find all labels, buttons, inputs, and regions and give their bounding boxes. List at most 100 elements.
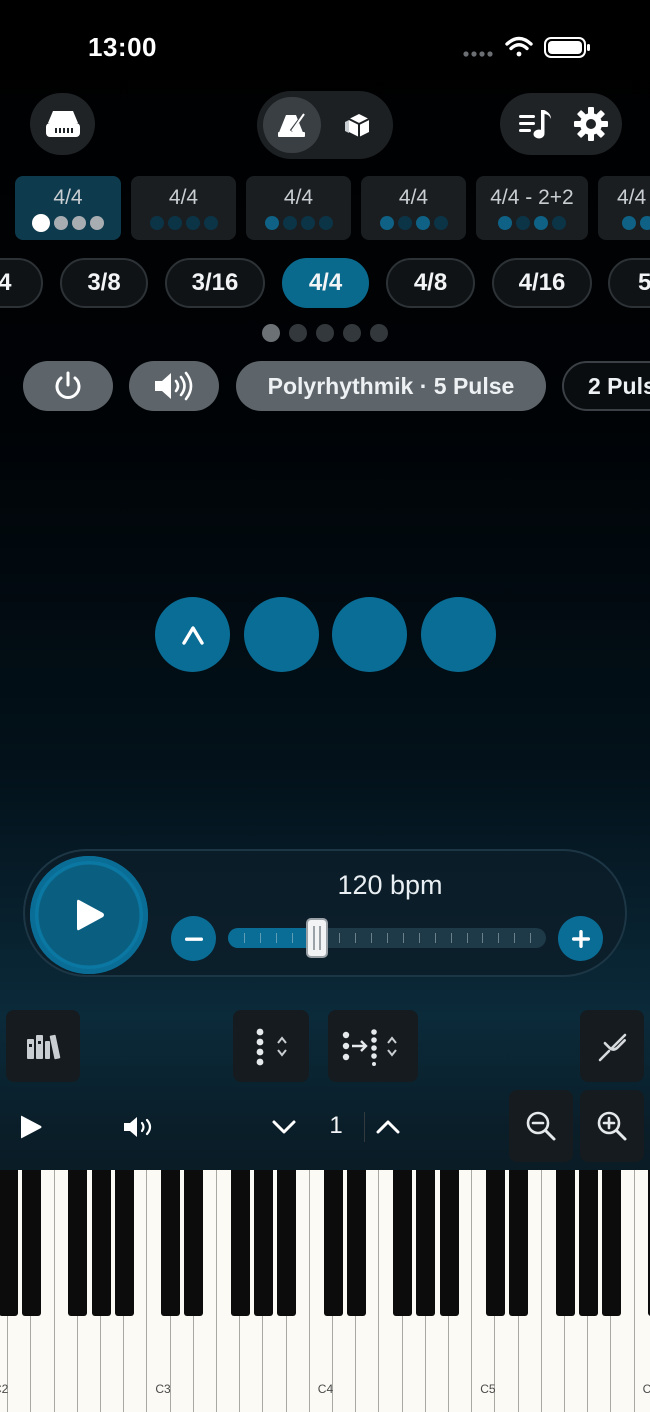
tuner-button[interactable]: [580, 1010, 644, 1082]
octave-up-button[interactable]: [366, 1104, 410, 1150]
piano-keyboard: [0, 1170, 650, 1412]
preset-beat-dots: [476, 216, 588, 230]
time-signature-button[interactable]: 3/8: [60, 258, 148, 308]
transition-icon: [342, 1029, 397, 1066]
piano-black-key[interactable]: [230, 1170, 250, 1316]
time-signature-button[interactable]: /4: [0, 258, 43, 308]
zoom-in-button[interactable]: [580, 1090, 644, 1162]
transition-button[interactable]: [328, 1010, 418, 1082]
preset-card[interactable]: 4/4: [131, 176, 236, 240]
tempo-slider[interactable]: [228, 928, 546, 948]
library-button[interactable]: [6, 1010, 80, 1082]
piano-black-key[interactable]: [439, 1170, 459, 1316]
preset-beat-dot: [90, 216, 104, 230]
piano-black-key[interactable]: [161, 1170, 181, 1316]
preset-beat-dot: [318, 216, 333, 230]
time-signature-button[interactable]: 3/16: [165, 258, 265, 308]
time-signature-button[interactable]: 4/4: [282, 258, 369, 308]
settings-button[interactable]: [564, 97, 618, 151]
preset-card[interactable]: 4/4: [361, 176, 466, 240]
page-dot[interactable]: [262, 324, 280, 342]
piano-black-key[interactable]: [91, 1170, 111, 1316]
piano-black-key[interactable]: [416, 1170, 436, 1316]
tempo-decrease-button[interactable]: [171, 916, 216, 961]
polyrhythm-chip[interactable]: Polyrhythmik · 5 Pulse: [236, 361, 546, 411]
tempo-increase-button[interactable]: [558, 916, 603, 961]
piano-play-button[interactable]: [6, 1100, 56, 1154]
preset-beat-dot: [32, 214, 50, 232]
preset-card-label: 4/4: [53, 186, 83, 209]
slider-tick: [450, 933, 452, 943]
preset-beat-dot: [516, 216, 530, 230]
power-icon: [55, 371, 81, 399]
bpm-label: 120 bpm: [337, 870, 443, 900]
piano-black-key[interactable]: [184, 1170, 204, 1316]
gear-icon: [574, 107, 608, 141]
piano-black-key[interactable]: [601, 1170, 621, 1316]
preset-beat-dot: [379, 216, 394, 230]
page-dot[interactable]: [289, 324, 307, 342]
page-dot[interactable]: [343, 324, 361, 342]
sound-chip[interactable]: [129, 361, 219, 411]
metronome-mode-button[interactable]: [263, 97, 321, 153]
power-chip[interactable]: [23, 361, 113, 411]
subdivision-button[interactable]: [233, 1010, 309, 1082]
piano-black-key[interactable]: [253, 1170, 273, 1316]
play-button[interactable]: [30, 856, 148, 974]
cube-mode-button[interactable]: [329, 97, 387, 153]
playlist-button[interactable]: [508, 97, 562, 151]
page-dot[interactable]: [370, 324, 388, 342]
time-signature-button[interactable]: 4/8: [386, 258, 475, 308]
mode-toggle: [257, 91, 393, 159]
slider-tick: [434, 933, 436, 943]
piano-black-key[interactable]: [485, 1170, 505, 1316]
piano-black-key[interactable]: [393, 1170, 413, 1316]
preset-beat-dot: [167, 216, 182, 230]
piano-black-key[interactable]: [555, 1170, 575, 1316]
piano-black-key[interactable]: [578, 1170, 598, 1316]
preset-beat-dot: [534, 216, 548, 230]
piano-volume-button[interactable]: [112, 1100, 168, 1154]
slider-tick: [514, 933, 516, 943]
piano-black-key[interactable]: [277, 1170, 297, 1316]
time-signature-button[interactable]: 5/: [608, 258, 650, 308]
preset-beat-dot: [433, 216, 448, 230]
piano-black-key[interactable]: [323, 1170, 343, 1316]
beat-circle[interactable]: [244, 597, 319, 672]
time-signature-button[interactable]: 4/16: [492, 258, 592, 308]
pulse-chip[interactable]: 2 Puls: [562, 361, 650, 411]
preset-beat-dot: [622, 216, 636, 230]
piano-black-key[interactable]: [114, 1170, 134, 1316]
preset-beat-dot: [54, 216, 68, 230]
zoom-out-button[interactable]: [509, 1090, 573, 1162]
toolbar-right: [500, 93, 622, 155]
slider-tick: [339, 933, 341, 943]
status-icons: [463, 36, 590, 58]
piano-black-key[interactable]: [0, 1170, 18, 1316]
beat-circle[interactable]: [332, 597, 407, 672]
preset-card[interactable]: 4/4 -: [598, 176, 650, 240]
beat-circle[interactable]: [155, 597, 230, 672]
device-button[interactable]: [30, 93, 95, 155]
chevron-down-icon: [272, 1120, 296, 1134]
preset-card[interactable]: 4/4: [246, 176, 351, 240]
piano-note-label: C5: [480, 1382, 496, 1396]
subdivision-icon: [256, 1028, 287, 1066]
device-icon: [45, 111, 80, 137]
piano-black-key[interactable]: [509, 1170, 529, 1316]
piano-black-key[interactable]: [68, 1170, 88, 1316]
octave-down-button[interactable]: [262, 1104, 306, 1150]
preset-card[interactable]: 4/4: [15, 176, 121, 240]
page-dot[interactable]: [316, 324, 334, 342]
piano-note-label: C2: [0, 1382, 9, 1396]
tempo-slider-thumb[interactable]: [306, 918, 329, 958]
preset-beat-dot: [264, 216, 279, 230]
beat-circle[interactable]: [421, 597, 496, 672]
plus-icon: [571, 929, 590, 948]
piano-black-key[interactable]: [346, 1170, 366, 1316]
piano-black-key[interactable]: [21, 1170, 41, 1316]
app-screen: 13:00 4/4 4/4 4/4 4/4 4/4 - 2+2 4/4 4 3/…: [0, 0, 650, 1412]
preset-card-label: 4/4: [398, 186, 429, 209]
preset-card[interactable]: 4/4 - 2+2: [476, 176, 588, 240]
preset-beat-dot: [415, 216, 430, 230]
